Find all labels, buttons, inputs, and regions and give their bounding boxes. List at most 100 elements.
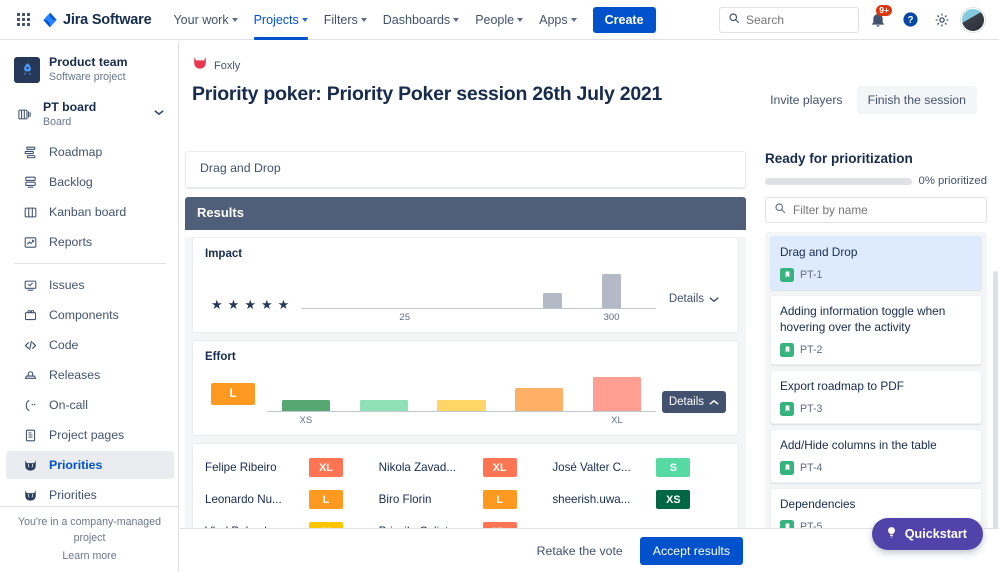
board-subtitle: Board: [43, 116, 72, 129]
voter-name: José Valter C...: [552, 461, 631, 474]
sidebar-item-kanban-board[interactable]: Kanban board: [6, 198, 174, 226]
retake-vote-button[interactable]: Retake the vote: [528, 538, 632, 564]
board-selector[interactable]: PT board Board: [0, 95, 178, 137]
finish-session-button[interactable]: Finish the session: [856, 86, 977, 114]
kanban-board-icon: [22, 204, 38, 220]
help-button[interactable]: ?: [897, 7, 923, 33]
voter-name: Nikola Zavad...: [378, 461, 456, 474]
issue-card[interactable]: Drag and Drop PT-1: [770, 236, 982, 290]
nav-your-work[interactable]: Your work: [165, 0, 245, 40]
grid-icon: [16, 13, 30, 26]
sidebar-item-priorities-active[interactable]: Priorities: [6, 451, 174, 480]
foxly-logo-icon: [192, 55, 208, 76]
voter-row: Nikola Zavad... XL: [379, 458, 553, 477]
app-switcher-icon[interactable]: [10, 7, 36, 33]
issue-list[interactable]: Drag and Drop PT-1 Adding information togg…: [765, 232, 987, 560]
notifications-button[interactable]: 9+: [865, 4, 892, 33]
main-content: Foxly Priority poker: Priority Poker ses…: [180, 41, 999, 572]
invite-players-button[interactable]: Invite players: [761, 87, 851, 113]
issue-key: PT-3: [800, 402, 823, 415]
chart-bar: [602, 274, 621, 308]
sidebar-item-issues[interactable]: Issues: [6, 271, 174, 299]
settings-gear-button[interactable]: [929, 7, 955, 33]
sidebar-item-reports[interactable]: Reports: [6, 228, 174, 256]
chart-bar: [543, 292, 562, 308]
issue-meta: PT-2: [780, 342, 972, 357]
sidebar-item-code[interactable]: Code: [6, 331, 174, 359]
nav-label: People: [475, 12, 515, 27]
nav-label: Dashboards: [382, 12, 451, 27]
issue-summary-card[interactable]: Drag and Drop: [185, 151, 746, 188]
filter-input[interactable]: [793, 203, 978, 217]
breadcrumb-label[interactable]: Foxly: [214, 60, 240, 72]
ready-for-prioritization-panel: Ready for prioritization 0% prioritized: [760, 151, 999, 572]
sidebar-item-project-pages[interactable]: Project pages: [6, 421, 174, 449]
star-icon: ★: [244, 297, 256, 312]
backlog-icon: [22, 174, 38, 190]
search-box[interactable]: [719, 6, 859, 33]
create-button[interactable]: Create: [592, 6, 656, 33]
learn-more-link[interactable]: Learn more: [6, 550, 173, 562]
impact-details-button[interactable]: Details: [662, 288, 726, 310]
sidebar-item-roadmap[interactable]: Roadmap: [6, 138, 174, 166]
issue-meta: PT-4: [780, 460, 972, 475]
chevron-down-icon[interactable]: [154, 108, 164, 118]
user-avatar[interactable]: [961, 7, 985, 32]
sidebar-item-label: Project pages: [49, 428, 125, 443]
axis-tick-label: XL: [611, 415, 623, 426]
issue-card[interactable]: Export roadmap to PDF PT-3: [770, 369, 982, 424]
effort-bar-chart: XS XL: [267, 371, 656, 427]
sidebar-item-components[interactable]: Components: [6, 301, 174, 329]
voter-name: Biro Florin: [378, 493, 432, 506]
results-scroll-area[interactable]: Drag and Drop Results Impact ★ ★ ★ ★ ★ 2…: [180, 151, 760, 572]
primary-nav-items: Your work Projects Filters Dashboards Pe…: [165, 0, 656, 40]
sidebar-item-label: Priorities: [49, 458, 103, 473]
project-header[interactable]: Product team Software project: [0, 41, 178, 95]
impact-star-rating: ★ ★ ★ ★ ★: [205, 298, 289, 324]
header-actions: Invite players Finish the session: [761, 83, 977, 114]
filter-by-name-box[interactable]: [765, 197, 987, 223]
issue-card[interactable]: Adding information toggle when hovering …: [770, 294, 982, 365]
issue-title: Dependencies: [780, 496, 856, 511]
effort-details-button[interactable]: Details: [661, 391, 726, 413]
impact-row: ★ ★ ★ ★ ★ 25 300 Details: [205, 266, 726, 324]
notification-badge: 9+: [876, 4, 892, 16]
chevron-up-icon: [709, 399, 719, 405]
sidebar-item-on-call[interactable]: On-call: [6, 391, 174, 419]
axis-tick-label: [301, 312, 331, 323]
effort-details-label: Details: [668, 396, 704, 408]
nav-dashboards[interactable]: Dashboards: [375, 0, 467, 40]
axis-tick-label: [538, 312, 568, 323]
page-title: Priority poker: Priority Poker session 2…: [192, 83, 663, 105]
quickstart-button[interactable]: Quickstart: [871, 518, 983, 550]
nav-projects[interactable]: Projects: [246, 0, 316, 40]
reports-icon: [22, 234, 38, 250]
bar-slot: [538, 292, 568, 308]
effort-row: L XS XL Details: [205, 369, 726, 427]
chevron-down-icon: [709, 296, 719, 302]
axis-tick-label: [508, 312, 538, 323]
axis-tick-label: [567, 312, 597, 323]
sidebar-item-releases[interactable]: Releases: [6, 361, 174, 389]
story-type-icon: [780, 342, 794, 357]
issue-key: PT-4: [800, 461, 823, 474]
issue-card[interactable]: Add/Hide columns in the table PT-4: [770, 428, 982, 483]
search-input[interactable]: [746, 12, 850, 27]
nav-filters[interactable]: Filters: [316, 0, 375, 40]
foxly-icon: [22, 487, 38, 503]
vote-chip: L: [482, 490, 517, 509]
title-row: Priority poker: Priority Poker session 2…: [192, 83, 977, 114]
sidebar-item-backlog[interactable]: Backlog: [6, 168, 174, 196]
accept-results-button[interactable]: Accept results: [639, 536, 743, 565]
issue-list-scrollbar[interactable]: [993, 271, 998, 571]
chart-bar: [515, 388, 564, 411]
sidebar-item-priorities[interactable]: Priorities: [6, 481, 174, 509]
nav-people[interactable]: People: [467, 0, 531, 40]
story-type-icon: [780, 267, 794, 282]
chart-bar: [437, 399, 486, 411]
nav-apps[interactable]: Apps: [531, 0, 585, 40]
jira-logo[interactable]: Jira Software: [42, 12, 152, 28]
bar-slot: [578, 376, 656, 411]
components-icon: [22, 307, 38, 323]
axis-tick-label: 300: [603, 312, 620, 323]
